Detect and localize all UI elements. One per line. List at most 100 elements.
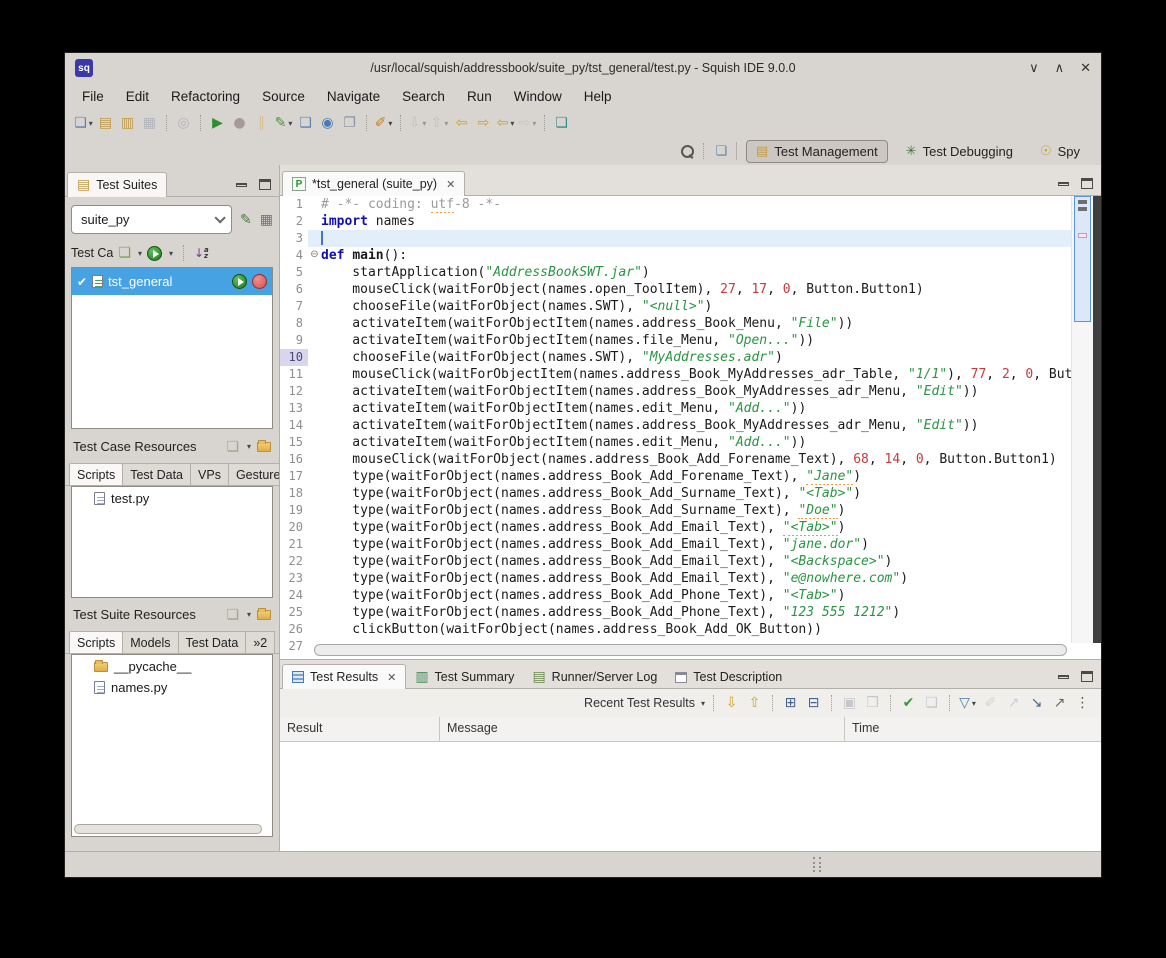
code-text[interactable]: # -*- coding: utf-8 -*- (321, 196, 1071, 213)
code-line[interactable]: 20 type(waitForObject(names.address_Book… (280, 519, 1071, 536)
perspective-spy[interactable]: ☉ Spy (1031, 141, 1089, 162)
code-line[interactable]: 9 activateItem(waitForObjectItem(names.f… (280, 332, 1071, 349)
code-area[interactable]: 1 # -*- coding: utf-8 -*- 2 import names 3 4 ⊖… (280, 196, 1071, 659)
code-line[interactable]: 12 activateItem(waitForObjectItem(names.… (280, 383, 1071, 400)
statusbar-grip[interactable] (813, 857, 821, 872)
code-text[interactable]: type(waitForObject(names.address_Book_Ad… (321, 502, 1071, 519)
minimize-view-icon[interactable] (236, 182, 247, 187)
filter-results-icon[interactable]: ▽ ▾ (957, 692, 978, 714)
quick-launch-icon[interactable]: ✐ ▾ (373, 112, 394, 134)
menu-navigate[interactable]: Navigate (316, 86, 391, 107)
menu-window[interactable]: Window (503, 86, 573, 107)
open-window-icon[interactable]: ❐ (339, 112, 360, 134)
code-text[interactable]: type(waitForObject(names.address_Book_Ad… (321, 604, 1071, 621)
code-line[interactable]: 1 # -*- coding: utf-8 -*- (280, 196, 1071, 213)
code-text[interactable]: clickButton(waitForObject(names.address_… (321, 621, 1071, 638)
run-test-case-button[interactable] (232, 274, 247, 289)
show-screenshots-icon[interactable]: ▣ (839, 692, 860, 714)
code-line[interactable]: 7 chooseFile(waitForObject(names.SWT), "… (280, 298, 1071, 315)
maximize-window-button[interactable]: ∧ (1055, 61, 1065, 76)
tab-scripts[interactable]: Scripts (69, 631, 124, 653)
fold-collapse-icon[interactable]: ⊖ (308, 247, 321, 264)
code-line[interactable]: 14 activateItem(waitForObjectItem(names.… (280, 417, 1071, 434)
tab-overflow[interactable]: »2 (245, 631, 276, 653)
code-text[interactable]: type(waitForObject(names.address_Book_Ad… (321, 553, 1071, 570)
code-line[interactable]: 11 mouseClick(waitForObjectItem(names.ad… (280, 366, 1071, 383)
menu-edit[interactable]: Edit (115, 86, 160, 107)
code-line[interactable]: 3 (280, 230, 1071, 247)
line-number[interactable]: 26 (280, 621, 308, 638)
minimize-panel-icon[interactable] (1058, 674, 1069, 679)
chevron-down-icon[interactable]: ▾ (247, 442, 251, 451)
line-number[interactable]: 19 (280, 502, 308, 519)
new-test-case-icon[interactable]: ▥ (117, 112, 138, 134)
code-line[interactable]: 15 activateItem(waitForObjectItem(names.… (280, 434, 1071, 451)
code-text[interactable]: mouseClick(waitForObjectItem(names.addre… (321, 366, 1071, 383)
results-table-body[interactable] (280, 742, 1101, 851)
shade-window-button[interactable]: ∨ (1029, 61, 1039, 76)
record-snippet-icon[interactable]: ✎ ▾ (273, 112, 294, 134)
line-number[interactable]: 20 (280, 519, 308, 536)
show-video-icon[interactable]: ❒ (862, 692, 883, 714)
code-text[interactable]: type(waitForObject(names.address_Book_Ad… (321, 570, 1071, 587)
forward-icon[interactable]: ⇨ ▾ (517, 112, 538, 134)
menu-file[interactable]: File (71, 86, 115, 107)
column-message[interactable]: Message (440, 717, 845, 741)
file-names-py[interactable]: names.py (72, 676, 272, 697)
line-number[interactable]: 1 (280, 196, 308, 213)
line-number[interactable]: 21 (280, 536, 308, 553)
vertical-scrollbar[interactable] (1071, 196, 1093, 643)
line-number[interactable]: 22 (280, 553, 308, 570)
code-line[interactable]: 17 type(waitForObject(names.address_Book… (280, 468, 1071, 485)
tab-test-data[interactable]: Test Data (177, 631, 247, 653)
code-text[interactable]: activateItem(waitForObjectItem(names.add… (321, 417, 1071, 434)
import-results-icon[interactable]: ↗ (1003, 692, 1024, 714)
line-number[interactable]: 17 (280, 468, 308, 485)
object-picker-icon[interactable]: ◎ (173, 112, 194, 134)
line-number[interactable]: 14 (280, 417, 308, 434)
code-text[interactable]: startApplication("AddressBookSWT.jar") (321, 264, 1071, 281)
close-tab-icon[interactable]: ✕ (387, 671, 396, 684)
view-menu-icon[interactable]: ⋮ (1072, 692, 1093, 714)
open-folder-icon[interactable] (257, 607, 271, 620)
new-report-icon[interactable]: ❏ (295, 112, 316, 134)
code-line[interactable]: 13 activateItem(waitForObjectItem(names.… (280, 400, 1071, 417)
code-line[interactable]: 16 mouseClick(waitForObject(names.addres… (280, 451, 1071, 468)
code-line[interactable]: 23 type(waitForObject(names.address_Book… (280, 570, 1071, 587)
line-number[interactable]: 10 (280, 349, 308, 366)
tab-test-description[interactable]: Test Description (666, 665, 791, 689)
open-perspective-icon[interactable]: ❏ (715, 145, 727, 158)
test-case-row-tst-general[interactable]: ✔ tst_general (72, 268, 272, 295)
line-number[interactable]: 8 (280, 315, 308, 332)
tab-test-summary[interactable]: ▥ Test Summary (406, 665, 523, 689)
line-number[interactable]: 9 (280, 332, 308, 349)
chevron-down-icon[interactable]: ▾ (247, 610, 251, 619)
perspective-test-management[interactable]: ▤ Test Management (746, 139, 888, 163)
code-line[interactable]: 24 type(waitForObject(names.address_Book… (280, 587, 1071, 604)
run-test-suite-button[interactable] (146, 245, 162, 261)
line-number[interactable]: 27 (280, 638, 308, 655)
line-number[interactable]: 5 (280, 264, 308, 281)
tab-test-suites[interactable]: ▤ Test Suites (67, 172, 168, 197)
code-text[interactable]: type(waitForObject(names.address_Book_Ad… (321, 468, 1071, 485)
code-text[interactable]: activateItem(waitForObjectItem(names.add… (321, 383, 1071, 400)
open-in-external-browser-icon[interactable]: ↗ (1049, 692, 1070, 714)
horizontal-scrollbar[interactable] (72, 823, 272, 836)
new-test-suite-wizard-icon[interactable]: ❏ ▾ (73, 112, 94, 134)
menu-run[interactable]: Run (456, 86, 503, 107)
code-text[interactable]: activateItem(waitForObjectItem(names.edi… (321, 434, 1071, 451)
tab-vps[interactable]: VPs (190, 463, 229, 485)
previous-failure-icon[interactable]: ⇧ (744, 692, 765, 714)
line-number[interactable]: 15 (280, 434, 308, 451)
perspective-test-debugging[interactable]: ✳ Test Debugging (897, 141, 1022, 162)
expand-all-icon[interactable]: ⊞ (780, 692, 801, 714)
open-web-browser-icon[interactable]: ◉ (317, 112, 338, 134)
code-text[interactable] (321, 230, 1071, 247)
code-text[interactable]: import names (321, 213, 1071, 230)
line-number[interactable]: 11 (280, 366, 308, 383)
code-text[interactable]: chooseFile(waitForObject(names.SWT), "My… (321, 349, 1071, 366)
tab-test-data[interactable]: Test Data (122, 463, 192, 485)
line-number[interactable]: 24 (280, 587, 308, 604)
code-text[interactable]: type(waitForObject(names.address_Book_Ad… (321, 485, 1071, 502)
create-report-icon[interactable]: ❏ (921, 692, 942, 714)
